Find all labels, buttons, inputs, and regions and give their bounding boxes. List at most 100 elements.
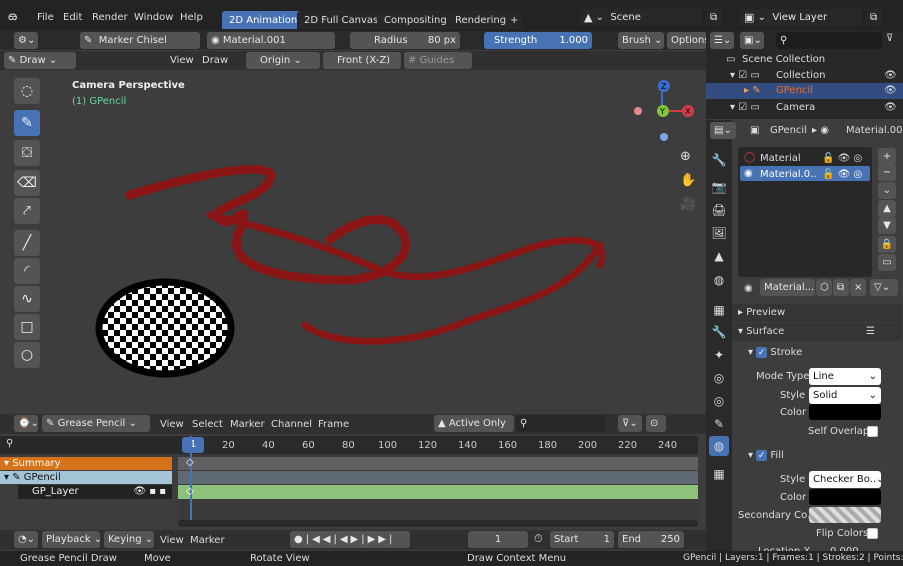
preview-header[interactable]: ▸ Preview: [738, 307, 785, 318]
effects-tab-icon[interactable]: ✦: [709, 345, 729, 365]
tint-tool-icon[interactable]: ⤤: [14, 198, 40, 224]
brush-menu[interactable]: Brush ⌄: [618, 32, 664, 49]
menu-view[interactable]: View: [170, 55, 194, 66]
scene-copy-icon[interactable]: ⧉: [706, 9, 722, 26]
menu-file[interactable]: File: [37, 12, 54, 23]
material-slot-1[interactable]: Material: [760, 153, 801, 164]
texture-tab-icon[interactable]: ▦: [709, 464, 729, 484]
brush-selector[interactable]: ✎ Marker Chisel: [80, 32, 200, 49]
select-tool-icon[interactable]: ◌: [14, 78, 40, 104]
blender-logo-icon[interactable]: ౚ: [8, 10, 17, 23]
options-menu[interactable]: Options: [667, 32, 707, 49]
tab-rendering[interactable]: Rendering: [448, 11, 514, 29]
layer-visibility-icon[interactable]: 👁 ▪ ▪: [133, 485, 166, 499]
ds-menu-channel[interactable]: Channel: [271, 419, 312, 430]
line-tool-icon[interactable]: ╱: [14, 230, 40, 256]
self-overlap-checkbox[interactable]: [867, 426, 878, 437]
scene-selector[interactable]: ▲ ⌄ Scene: [580, 9, 702, 26]
gpencil-label[interactable]: GPencil: [776, 85, 813, 96]
move-down-button[interactable]: ▼: [878, 217, 896, 234]
breadcrumb-object[interactable]: GPencil: [770, 125, 807, 136]
keying-menu[interactable]: Keying ⌄: [104, 531, 154, 548]
menu-window[interactable]: Window: [134, 12, 173, 23]
view-layer-copy-icon[interactable]: ⧉: [866, 9, 882, 26]
outliner-search-input[interactable]: ⚲: [776, 32, 882, 49]
end-frame-field[interactable]: End 250: [618, 531, 684, 548]
physics-tab-icon[interactable]: ◎: [709, 368, 729, 388]
current-frame-field[interactable]: 1: [468, 531, 528, 548]
dopesheet-mode[interactable]: ✎ Grease Pencil ⌄: [42, 415, 150, 432]
menu-help[interactable]: Help: [180, 12, 203, 23]
only-active-toggle[interactable]: ▲ Active Only: [434, 415, 514, 432]
fill-tool-icon[interactable]: ⛋: [14, 140, 40, 166]
proportional-icon[interactable]: ⊙: [646, 415, 666, 432]
channel-gp-layer[interactable]: GP_Layer 👁 ▪ ▪: [18, 485, 172, 499]
flip-colors-checkbox[interactable]: [867, 528, 878, 539]
tl-menu-marker[interactable]: Marker: [190, 535, 225, 546]
ds-menu-marker[interactable]: Marker: [230, 419, 265, 430]
current-frame-indicator[interactable]: 1: [182, 437, 204, 453]
modifier-tab-icon[interactable]: 🔧: [709, 322, 729, 342]
stopwatch-icon[interactable]: ⏱: [534, 533, 543, 544]
slot-toggles-icon[interactable]: 🔓 👁 ◎: [822, 153, 862, 164]
pan-hand-icon[interactable]: ✋: [680, 174, 696, 187]
browse-material-icon[interactable]: ▽⌄: [870, 279, 898, 296]
eye-icon[interactable]: 👁: [884, 70, 897, 81]
outliner-editor-icon[interactable]: ☰⌄: [710, 32, 734, 49]
collection-row[interactable]: ▾ ☑ ▭: [730, 70, 760, 81]
mode-selector[interactable]: ✎ Draw ⌄: [4, 52, 76, 69]
remove-slot-button[interactable]: −: [878, 164, 896, 181]
ds-channel-search[interactable]: ⚲: [0, 436, 178, 454]
filter-icon[interactable]: ⊽⌄: [618, 415, 642, 432]
collection-label[interactable]: Collection: [776, 70, 825, 81]
ds-menu-select[interactable]: Select: [192, 419, 223, 430]
tool-settings-icon[interactable]: ⚙⌄: [14, 32, 38, 49]
channel-gpencil[interactable]: ▾ ✎ GPencil: [0, 471, 172, 484]
slot-toggles-icon[interactable]: 🔓 👁 ◎: [822, 169, 862, 180]
render-tab-icon[interactable]: 📷: [709, 177, 729, 197]
copy-material-icon[interactable]: ⧉: [833, 279, 849, 296]
keyframe-diamond-icon[interactable]: ◇: [186, 457, 194, 468]
eye-icon[interactable]: 👁: [884, 102, 897, 113]
constraints-tab-icon[interactable]: ◎: [709, 391, 729, 411]
fill-header[interactable]: ▾ ✓ Fill: [748, 450, 784, 461]
plane-selector[interactable]: Front (X-Z): [323, 52, 401, 69]
material-tab-icon[interactable]: ◍: [709, 436, 729, 456]
ds-search-input[interactable]: ⚲: [516, 415, 606, 432]
camera-view-icon[interactable]: 🎥: [680, 198, 696, 211]
scene-tab-icon[interactable]: ▲: [709, 246, 729, 266]
view-layer-tab-icon[interactable]: 🖼: [709, 223, 729, 243]
tool-tab-icon[interactable]: 🔧: [709, 150, 729, 170]
origin-selector[interactable]: Origin ⌄: [246, 52, 320, 69]
ds-menu-view[interactable]: View: [160, 419, 184, 430]
move-up-button[interactable]: ▲: [878, 200, 896, 217]
display-mode-icon[interactable]: ▣⌄: [740, 32, 764, 49]
view-layer-selector[interactable]: ▣ ⌄ View Layer: [740, 9, 862, 26]
breadcrumb-material[interactable]: Material.001: [846, 125, 903, 136]
material-selector[interactable]: ◉ Material.001: [207, 32, 335, 49]
material-slot-2[interactable]: Material.0..: [760, 169, 817, 180]
surface-header[interactable]: ▾ Surface: [738, 326, 784, 337]
mode-type-select[interactable]: Line ⌄: [809, 368, 881, 385]
fill-style-select[interactable]: Checker Bo.. ⌄: [809, 471, 881, 488]
menu-edit[interactable]: Edit: [63, 12, 82, 23]
list-icon[interactable]: ☰: [866, 326, 875, 337]
data-tab-icon[interactable]: ✎: [709, 414, 729, 434]
slot-menu-button[interactable]: ⌄: [878, 182, 896, 199]
camera-label[interactable]: Camera: [776, 102, 815, 113]
lock-icon[interactable]: 🔒: [878, 236, 896, 253]
stroke-header[interactable]: ▾ ✓ Stroke: [748, 347, 802, 358]
timeline-editor-icon[interactable]: ◔⌄: [14, 531, 38, 548]
ds-menu-frame[interactable]: Frame: [318, 419, 349, 430]
arc-tool-icon[interactable]: ◜: [14, 258, 40, 284]
world-tab-icon[interactable]: ◍: [709, 270, 729, 290]
stroke-style-select[interactable]: Solid ⌄: [809, 387, 881, 404]
properties-editor-icon[interactable]: ▤⌄: [710, 122, 736, 139]
navigation-gizmo[interactable]: Z Y X: [628, 75, 698, 155]
fill-color-swatch[interactable]: [809, 489, 881, 505]
eye-icon[interactable]: 👁: [884, 85, 897, 96]
channel-summary[interactable]: ▾ Summary: [0, 457, 172, 470]
menu-render[interactable]: Render: [92, 12, 128, 23]
add-slot-button[interactable]: +: [878, 148, 896, 165]
playback-menu[interactable]: Playback ⌄: [42, 531, 100, 548]
